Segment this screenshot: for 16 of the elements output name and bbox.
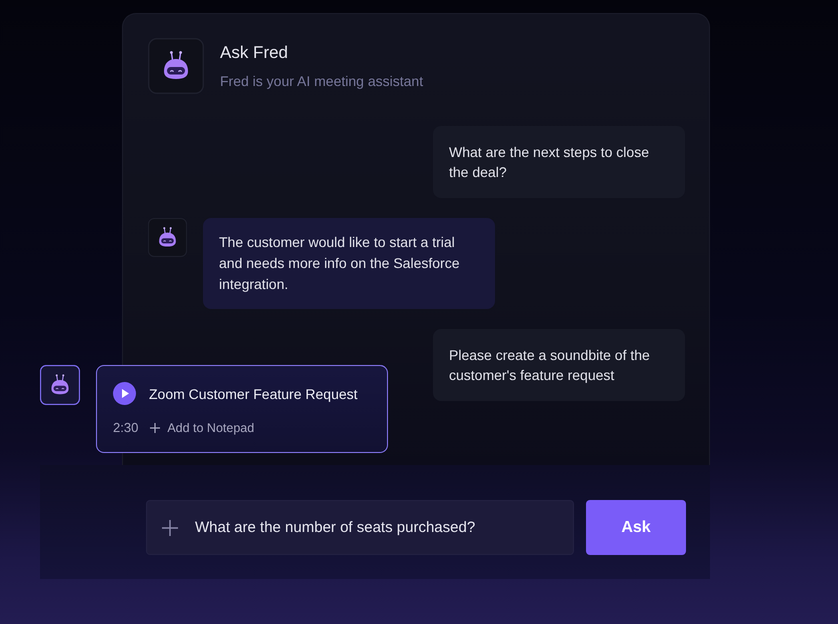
soundbite-title: Zoom Customer Feature Request bbox=[149, 386, 358, 402]
plus-icon[interactable] bbox=[162, 520, 178, 536]
ask-button[interactable]: Ask bbox=[586, 500, 686, 555]
assistant-message: The customer would like to start a trial and needs more info on the Salesforce integration. bbox=[203, 218, 495, 309]
robot-icon bbox=[148, 218, 187, 257]
plus-icon bbox=[150, 422, 160, 432]
user-message: Please create a soundbite of the customer's feature request bbox=[433, 329, 685, 401]
assistant-name: Ask Fred bbox=[220, 42, 290, 64]
play-icon[interactable] bbox=[113, 382, 136, 405]
add-to-notepad-button[interactable]: Add to Notepad bbox=[150, 420, 254, 434]
robot-icon bbox=[40, 365, 80, 405]
assistant-tagline: Fred is your AI meeting assistant bbox=[220, 72, 424, 90]
robot-icon bbox=[148, 38, 204, 94]
soundbite-duration: 2:30 bbox=[113, 420, 138, 435]
user-message: What are the next steps to close the deal? bbox=[433, 126, 685, 198]
message-input[interactable]: What are the number of seats purchased? bbox=[146, 500, 574, 555]
